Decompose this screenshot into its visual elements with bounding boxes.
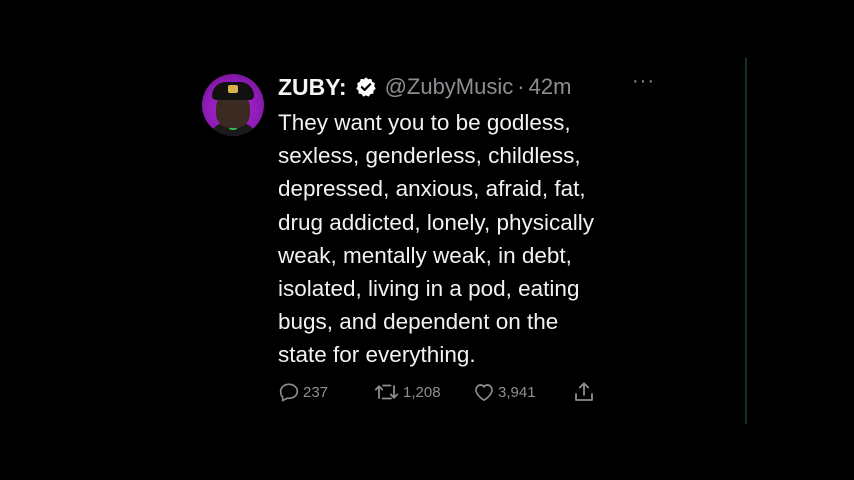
avatar[interactable] bbox=[202, 74, 264, 136]
tweet-text-line: sexless, genderless, childless, bbox=[278, 143, 581, 169]
tweet-text-line: depressed, anxious, afraid, fat, bbox=[278, 176, 586, 202]
meta-separator: · bbox=[517, 74, 525, 99]
retweet-button[interactable]: 1,208 bbox=[374, 382, 441, 402]
user-handle[interactable]: @ZubyMusic bbox=[385, 74, 514, 100]
heart-icon bbox=[475, 384, 493, 401]
share-icon bbox=[575, 382, 593, 401]
display-name[interactable]: ZUBY: bbox=[278, 74, 347, 101]
like-button[interactable]: 3,941 bbox=[473, 382, 536, 402]
tweet-text-line: bugs, and dependent on the bbox=[278, 309, 559, 335]
verified-badge-icon bbox=[355, 76, 377, 98]
more-options-icon[interactable]: ··· bbox=[632, 70, 655, 93]
retweet-icon bbox=[374, 382, 399, 402]
reply-button[interactable]: 237 bbox=[278, 382, 328, 402]
tweet-time[interactable]: 42m bbox=[529, 74, 572, 100]
video-frame: ZUBY: @ZubyMusic · 42m ··· They want you… bbox=[0, 0, 854, 480]
tweet-text-line: isolated, living in a pod, eating bbox=[278, 276, 580, 302]
avatar-cap-logo bbox=[228, 85, 238, 93]
frame-divider bbox=[745, 58, 747, 424]
tweet-text: They want you to be godless, sexless, ge… bbox=[278, 106, 663, 372]
tweet-header: ZUBY: @ZubyMusic · 42m ··· bbox=[278, 70, 658, 102]
tweet-text-line: state for everything. bbox=[278, 342, 476, 368]
like-count: 3,941 bbox=[498, 383, 536, 401]
share-button[interactable] bbox=[573, 381, 595, 403]
tweet-text-line: drug addicted, lonely, physically bbox=[278, 209, 595, 235]
tweet-text-line: weak, mentally weak, in debt, bbox=[278, 242, 572, 268]
tweet-actions: 237 1,208 3,941 bbox=[278, 379, 608, 405]
reply-icon bbox=[279, 383, 299, 402]
retweet-count: 1,208 bbox=[403, 383, 441, 401]
reply-count: 237 bbox=[303, 383, 329, 401]
tweet-text-line: They want you to be godless, bbox=[278, 110, 571, 135]
